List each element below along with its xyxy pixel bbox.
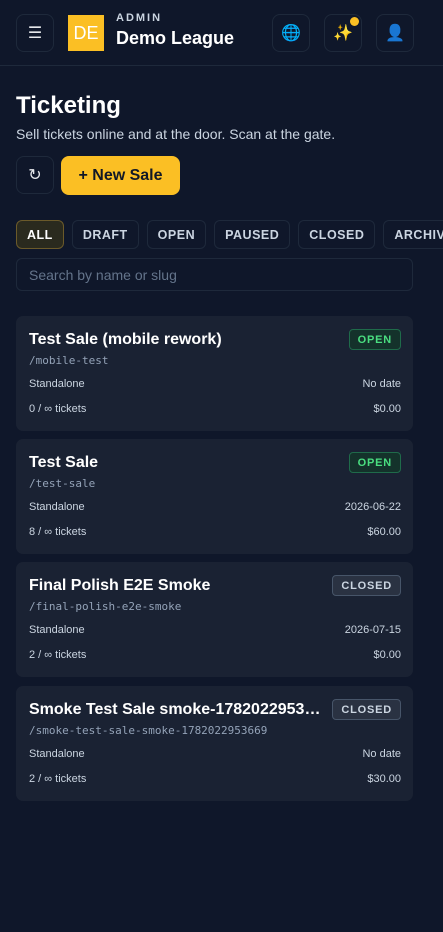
tab-paused[interactable]: PAUSED	[214, 220, 291, 249]
ticket-count: 2 / ∞ tickets	[29, 773, 87, 785]
sale-stats-row: 8 / ∞ tickets $60.00	[29, 526, 401, 538]
sale-title: Test Sale	[29, 454, 99, 471]
menu-icon: ☰	[27, 25, 43, 42]
league-name: Demo League	[116, 28, 235, 48]
page-subtitle: Sell tickets online and at the door. Sca…	[16, 126, 336, 142]
sale-stats-row: 2 / ∞ tickets $0.00	[29, 649, 401, 661]
sale-type: Standalone	[29, 501, 85, 513]
ticket-count: 2 / ∞ tickets	[29, 649, 87, 661]
user-menu-button[interactable]: 👤	[376, 14, 414, 52]
sale-card[interactable]: Final Polish E2E Smoke /final-polish-e2e…	[16, 562, 413, 677]
sale-revenue: $30.00	[367, 773, 401, 785]
sale-title: Test Sale (mobile rework)	[29, 331, 222, 348]
sale-date: 2026-06-22	[344, 501, 401, 513]
top-bar: ☰ DE ADMIN Demo League 🌐 ✨ 👤	[0, 0, 443, 66]
sale-card[interactable]: Smoke Test Sale smoke-1782022953669 /smo…	[16, 686, 413, 801]
sale-type: Standalone	[29, 748, 85, 760]
status-badge: CLOSED	[332, 699, 401, 720]
sparkle-icon: ✨	[333, 25, 353, 42]
status-filter-tabs: ALL DRAFT OPEN PAUSED CLOSED ARCHIVED	[16, 220, 443, 249]
tab-all[interactable]: ALL	[16, 220, 64, 249]
logo-text: DE	[73, 22, 99, 43]
sale-slug: /mobile-test	[29, 354, 109, 367]
notification-dot	[350, 17, 359, 26]
sale-date: No date	[362, 378, 401, 390]
admin-label: ADMIN	[116, 12, 163, 24]
sale-slug: /test-sale	[29, 477, 96, 490]
sale-revenue: $60.00	[367, 526, 401, 538]
sale-type: Standalone	[29, 378, 85, 390]
ticket-count: 8 / ∞ tickets	[29, 526, 87, 538]
sale-date: 2026-07-15	[344, 624, 401, 636]
sale-meta-row: Standalone 2026-06-22	[29, 501, 401, 513]
status-badge: OPEN	[348, 329, 401, 350]
sale-revenue: $0.00	[373, 649, 401, 661]
sale-stats-row: 0 / ∞ tickets $0.00	[29, 403, 401, 415]
tab-draft[interactable]: DRAFT	[71, 220, 139, 249]
globe-icon: 🌐	[281, 25, 301, 42]
refresh-button[interactable]: ↻	[16, 156, 54, 194]
page-title: Ticketing	[16, 92, 121, 119]
tab-open[interactable]: OPEN	[146, 220, 207, 249]
sale-date: No date	[362, 748, 401, 760]
whats-new-button[interactable]: ✨	[324, 14, 362, 52]
status-badge: OPEN	[348, 452, 401, 473]
sale-card[interactable]: Test Sale (mobile rework) /mobile-test O…	[16, 316, 413, 431]
sale-meta-row: Standalone No date	[29, 748, 401, 760]
status-badge: CLOSED	[332, 575, 401, 596]
ticket-count: 0 / ∞ tickets	[29, 403, 87, 415]
sale-meta-row: Standalone No date	[29, 378, 401, 390]
sale-stats-row: 2 / ∞ tickets $30.00	[29, 773, 401, 785]
league-logo[interactable]: DE	[68, 15, 104, 51]
tab-archived[interactable]: ARCHIVED	[383, 220, 443, 249]
search-input[interactable]: Search by name or slug	[16, 258, 413, 291]
new-sale-button[interactable]: + New Sale	[61, 156, 180, 195]
sale-card[interactable]: Test Sale /test-sale OPEN Standalone 202…	[16, 439, 413, 554]
sale-meta-row: Standalone 2026-07-15	[29, 624, 401, 636]
sale-title: Smoke Test Sale smoke-1782022953669	[29, 701, 329, 718]
sale-slug: /final-polish-e2e-smoke	[29, 600, 182, 613]
sale-type: Standalone	[29, 624, 85, 636]
refresh-icon: ↻	[28, 167, 42, 184]
sale-revenue: $0.00	[373, 403, 401, 415]
tab-closed[interactable]: CLOSED	[298, 220, 376, 249]
sale-title: Final Polish E2E Smoke	[29, 577, 211, 594]
sale-slug: /smoke-test-sale-smoke-1782022953669	[29, 724, 268, 737]
menu-button[interactable]: ☰	[16, 14, 54, 52]
user-icon: 👤	[385, 25, 405, 42]
language-button[interactable]: 🌐	[272, 14, 310, 52]
